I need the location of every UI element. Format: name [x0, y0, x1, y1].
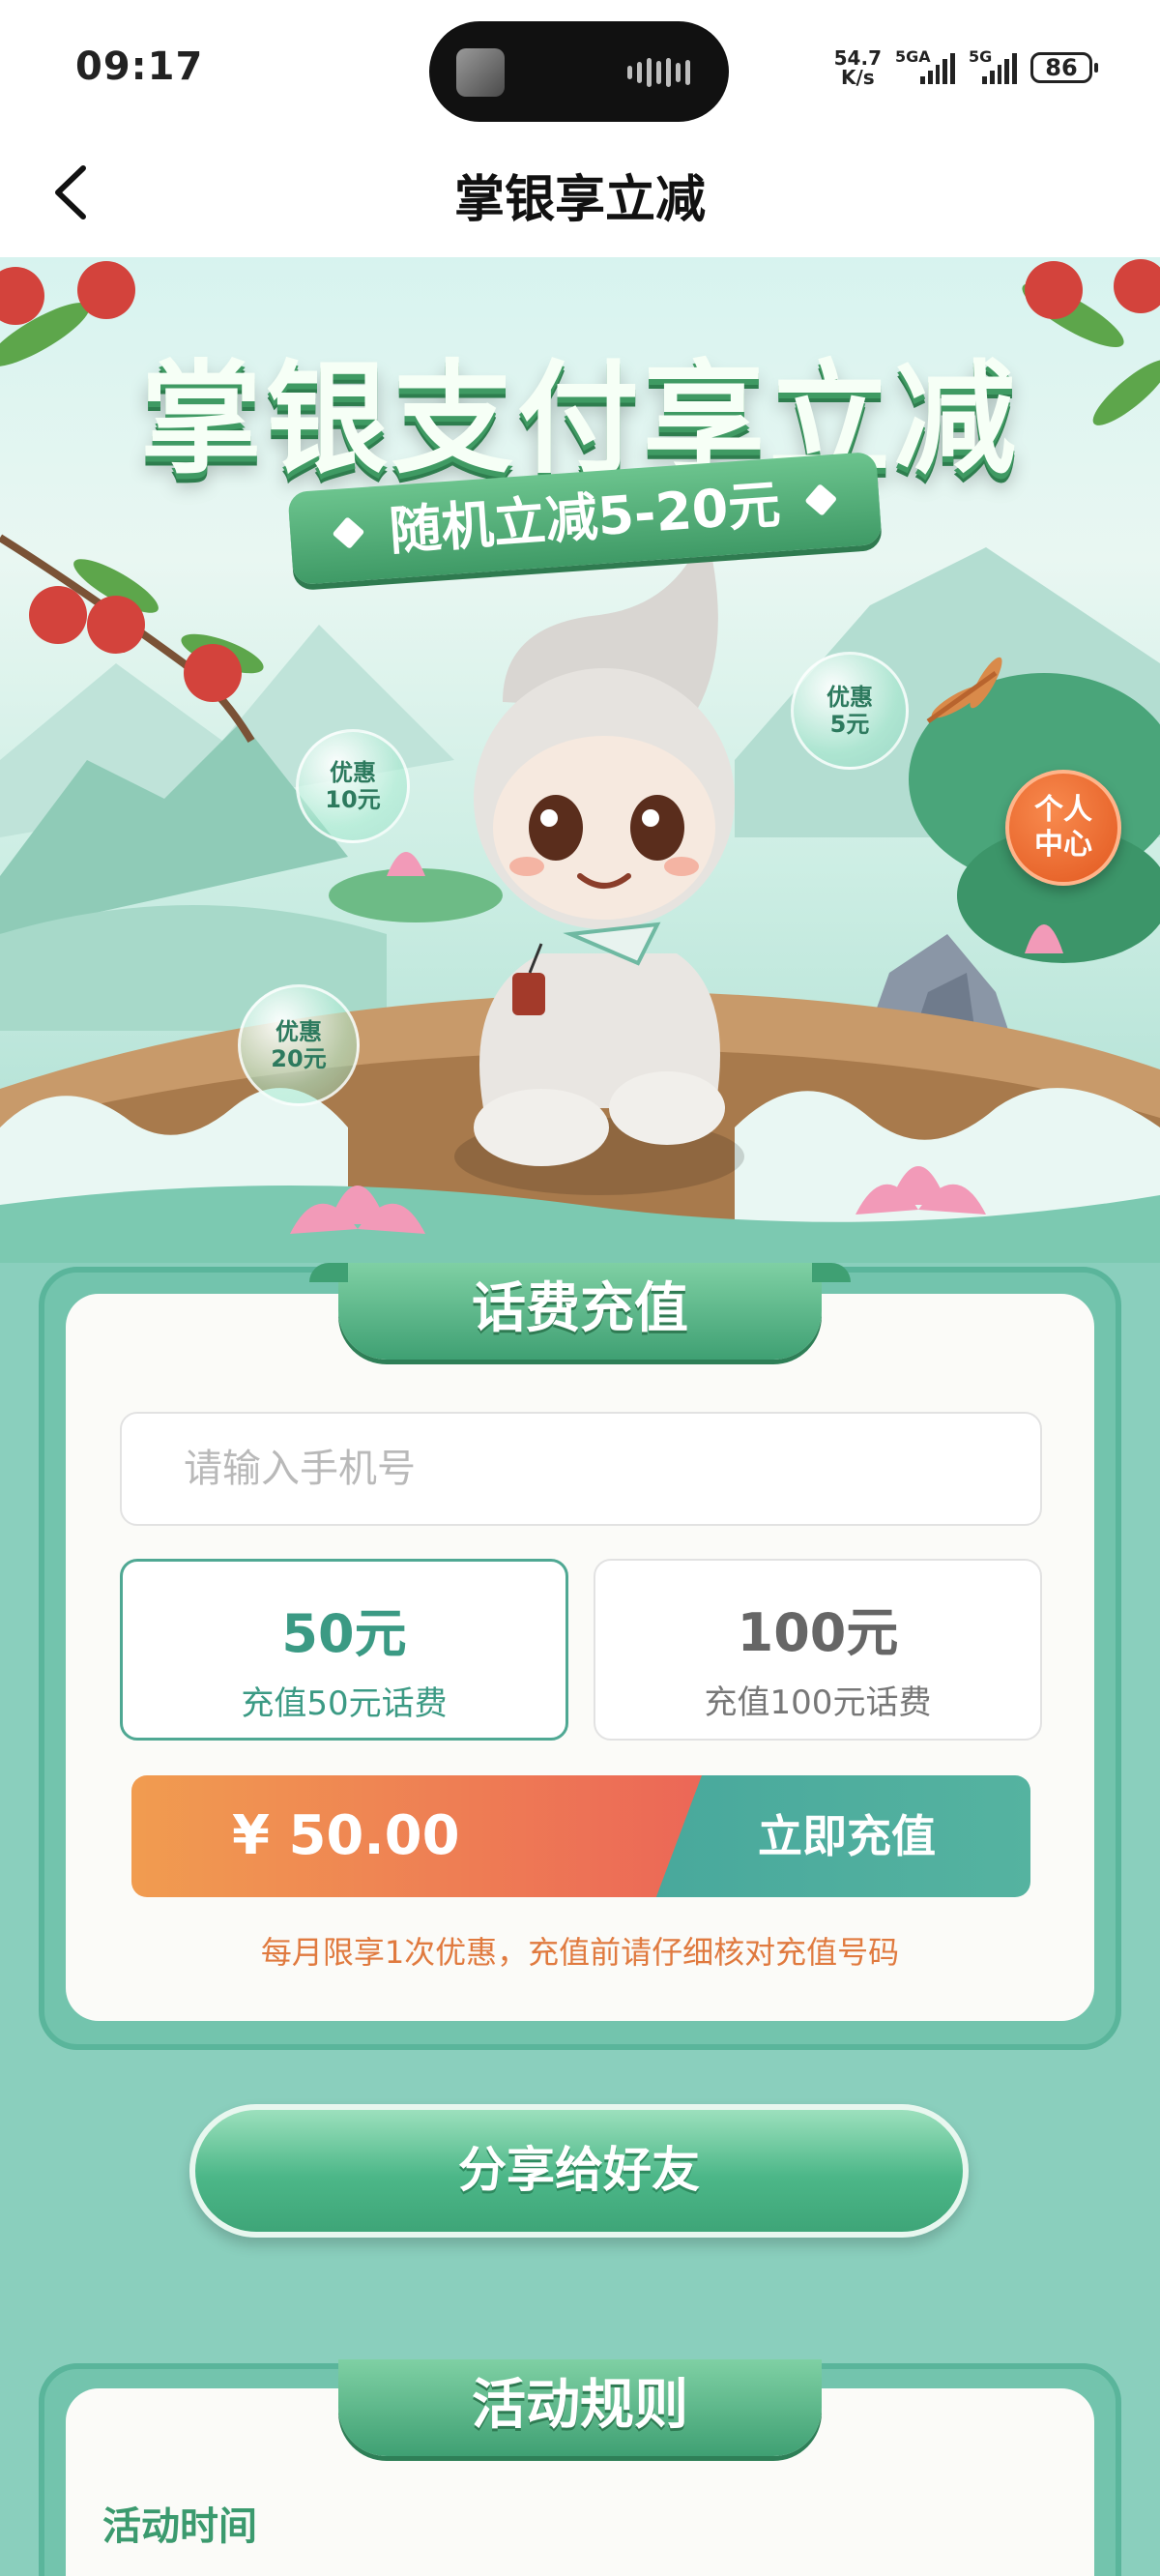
share-button[interactable]: 分享给好友 — [189, 2104, 969, 2238]
option-desc: 充值100元话费 — [704, 1683, 932, 1722]
audio-wave-icon — [627, 58, 690, 87]
rule-item-label: 活动时间 — [102, 2504, 257, 2549]
battery-icon: 86 — [1030, 52, 1098, 83]
amount-option-100[interactable]: 100元 充值100元话费 — [594, 1559, 1042, 1741]
phone-input[interactable] — [120, 1412, 1042, 1526]
recharge-section-header: 话费充值 — [309, 1263, 851, 1360]
amount-option-50[interactable]: 50元 充值50元话费 — [120, 1559, 568, 1741]
hero-title: 掌银支付享立减 — [140, 348, 1020, 490]
recharge-notice: 每月限享1次优惠，充值前请仔细核对充值号码 — [260, 1934, 900, 1971]
rules-section-header: 活动规则 — [338, 2359, 822, 2456]
signal-icon: 5G — [969, 47, 1017, 84]
net-speed: 54.7 K/s — [833, 46, 882, 89]
discount-bubble[interactable]: 优惠 20元 — [238, 984, 360, 1106]
price-total: ¥ 50.00 — [131, 1775, 702, 1897]
status-indicators: 54.7 K/s 5GA 5G 86 — [833, 46, 1098, 89]
option-desc: 充值50元话费 — [241, 1684, 448, 1723]
option-amount: 50元 — [281, 1603, 407, 1664]
mascot-illustration — [454, 528, 744, 1195]
nav-bar: 掌银享立减 — [0, 135, 1160, 257]
status-bar: 09:17 54.7 K/s 5GA 5G 86 — [0, 0, 1160, 135]
pay-bar: 立即充值 ¥ 50.00 — [131, 1775, 1030, 1897]
option-amount: 100元 — [737, 1602, 899, 1663]
personal-center-button[interactable]: 个人 中心 — [1005, 770, 1121, 886]
discount-bubble[interactable]: 优惠 5元 — [791, 652, 909, 770]
status-time: 09:17 — [75, 44, 204, 89]
hero-banner: 掌银支付享立减 随机立减5-20元 优惠 10元 优惠 5元 优惠 20元 个人 中心 — [0, 257, 1160, 1263]
signal-icon: 5GA — [895, 47, 955, 84]
discount-bubble[interactable]: 优惠 10元 — [296, 729, 410, 843]
section-title: 活动规则 — [472, 2374, 688, 2437]
recharge-now-button[interactable]: 立即充值 — [644, 1775, 1030, 1897]
dynamic-island[interactable] — [429, 21, 729, 122]
page-title: 掌银享立减 — [453, 171, 706, 229]
section-title: 话费充值 — [472, 1277, 688, 1340]
media-thumbnail-icon — [456, 48, 505, 97]
